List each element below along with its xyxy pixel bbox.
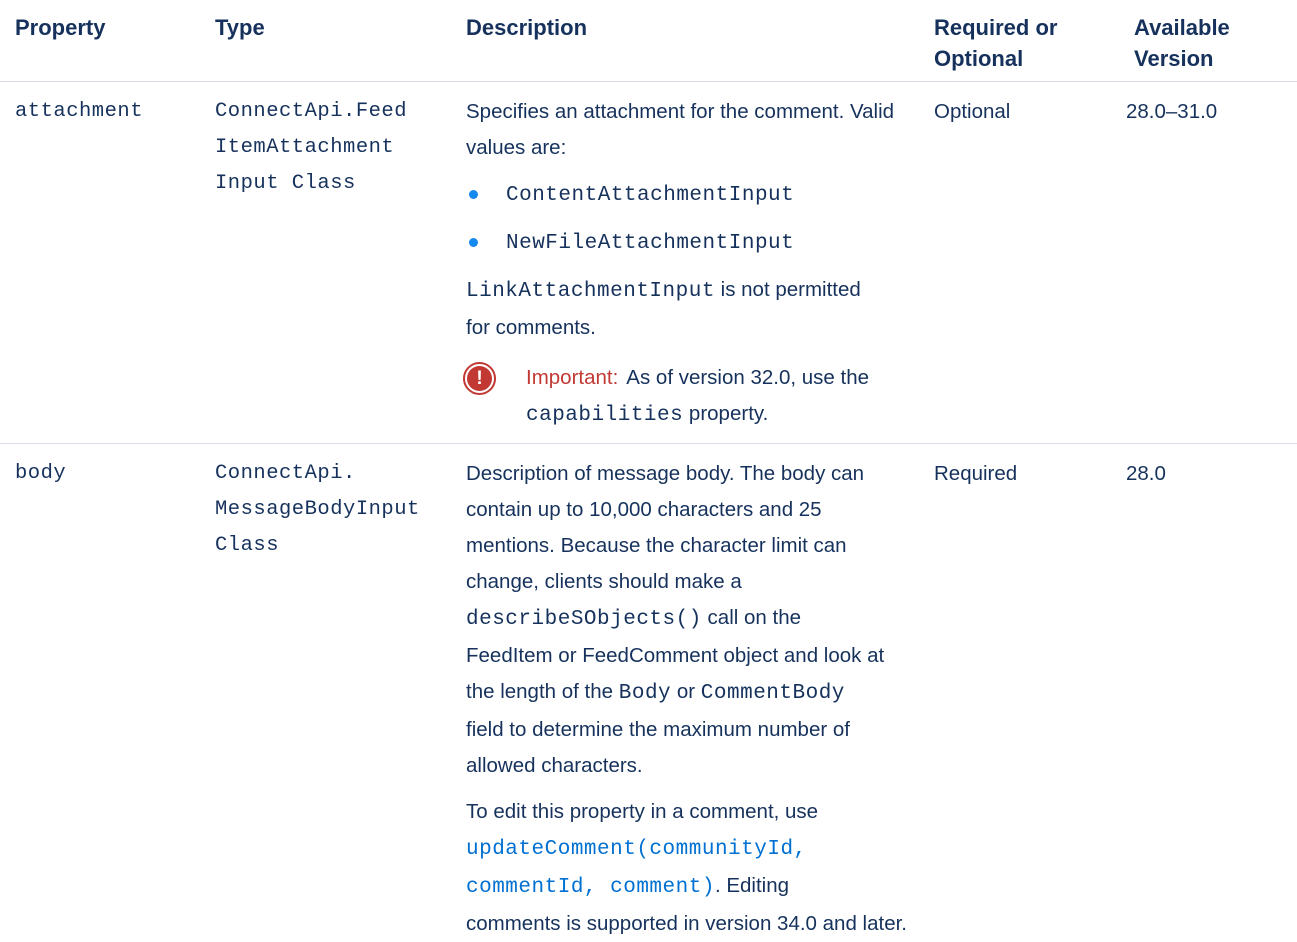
header-property: Property (15, 15, 106, 40)
property-body: body (15, 462, 67, 485)
desc-code: CommentBody (700, 682, 845, 705)
desc-line: Specifies an attachment for the comment.… (466, 100, 895, 123)
type-line: MessageBodyInput (215, 498, 420, 521)
edit-paragraph: To edit this property in a comment, use … (466, 794, 936, 942)
type-line: Input Class (215, 172, 356, 195)
important-callout: ! Important: As of version 32.0, use the … (463, 360, 926, 434)
important-code: capabilities (526, 404, 684, 427)
exclamation-icon: ! (463, 362, 496, 395)
bullet-icon (469, 190, 478, 199)
desc-line: values are: (466, 136, 567, 159)
header-available-line2: Version (1134, 46, 1214, 71)
header-divider (0, 81, 1297, 82)
list-item-code: ContentAttachmentInput (506, 184, 795, 207)
desc-text: or (671, 680, 701, 703)
important-label: Important: (526, 366, 619, 389)
desc-line: allowed characters. (466, 754, 643, 777)
note-paragraph: LinkAttachmentInput is not permitted for… (466, 272, 926, 346)
desc-line: field to determine the maximum number of (466, 718, 850, 741)
desc-code: Body (618, 682, 672, 705)
header-description: Description (466, 15, 588, 40)
edit-text: . Editing (714, 874, 790, 897)
description-attachment: Specifies an attachment for the comment.… (463, 94, 926, 434)
note-text: is not permitted (714, 278, 861, 301)
header-required-line2: Optional (934, 46, 1024, 71)
important-text: property. (683, 402, 769, 425)
description-body: Description of message body. The body ca… (466, 456, 936, 942)
note-code: LinkAttachmentInput (466, 280, 715, 303)
version-body: 28.0 (1126, 462, 1166, 485)
desc-line: Description of message body. The body ca… (466, 462, 865, 485)
update-comment-link-cont[interactable]: commentId, comment) (466, 876, 715, 899)
bullet-icon (469, 238, 478, 247)
type-line: ItemAttachment (215, 136, 395, 159)
edit-line: comments is supported in version 34.0 an… (466, 912, 907, 935)
note-text: for comments. (466, 316, 596, 339)
row-divider (0, 443, 1297, 444)
important-text: As of version 32.0, use the (626, 366, 870, 389)
version-attachment: 28.0–31.0 (1126, 100, 1218, 123)
desc-text: the length of the (466, 680, 619, 703)
desc-line: change, clients should make a (466, 570, 742, 593)
header-required-line1: Required or (934, 15, 1058, 40)
type-line: ConnectApi.Feed (215, 100, 408, 123)
header-available: Available Version (1134, 12, 1230, 74)
desc-text: call on the (701, 606, 801, 629)
header-available-line1: Available (1134, 15, 1230, 40)
list-item: NewFileAttachmentInput (466, 224, 926, 262)
type-link-message-body-input[interactable]: ConnectApi. MessageBodyInput Class (215, 456, 420, 564)
desc-line: FeedItem or FeedComment object and look … (466, 644, 885, 667)
header-type: Type (215, 15, 265, 40)
list-item-code: NewFileAttachmentInput (506, 232, 795, 255)
update-comment-link[interactable]: updateComment(communityId, (466, 838, 807, 861)
desc-code: describeSObjects() (466, 608, 702, 631)
required-attachment: Optional (934, 100, 1011, 123)
required-body: Required (934, 462, 1018, 485)
header-required: Required or Optional (934, 12, 1057, 74)
type-link-feed-item-attachment[interactable]: ConnectApi.Feed ItemAttachment Input Cla… (215, 94, 407, 202)
desc-line: contain up to 10,000 characters and 25 (466, 498, 822, 521)
type-line: ConnectApi. (215, 462, 356, 485)
list-item: ContentAttachmentInput (466, 176, 926, 214)
edit-line: To edit this property in a comment, use (466, 800, 819, 823)
property-attachment: attachment (15, 100, 144, 123)
desc-line: mentions. Because the character limit ca… (466, 534, 847, 557)
type-line: Class (215, 534, 280, 557)
